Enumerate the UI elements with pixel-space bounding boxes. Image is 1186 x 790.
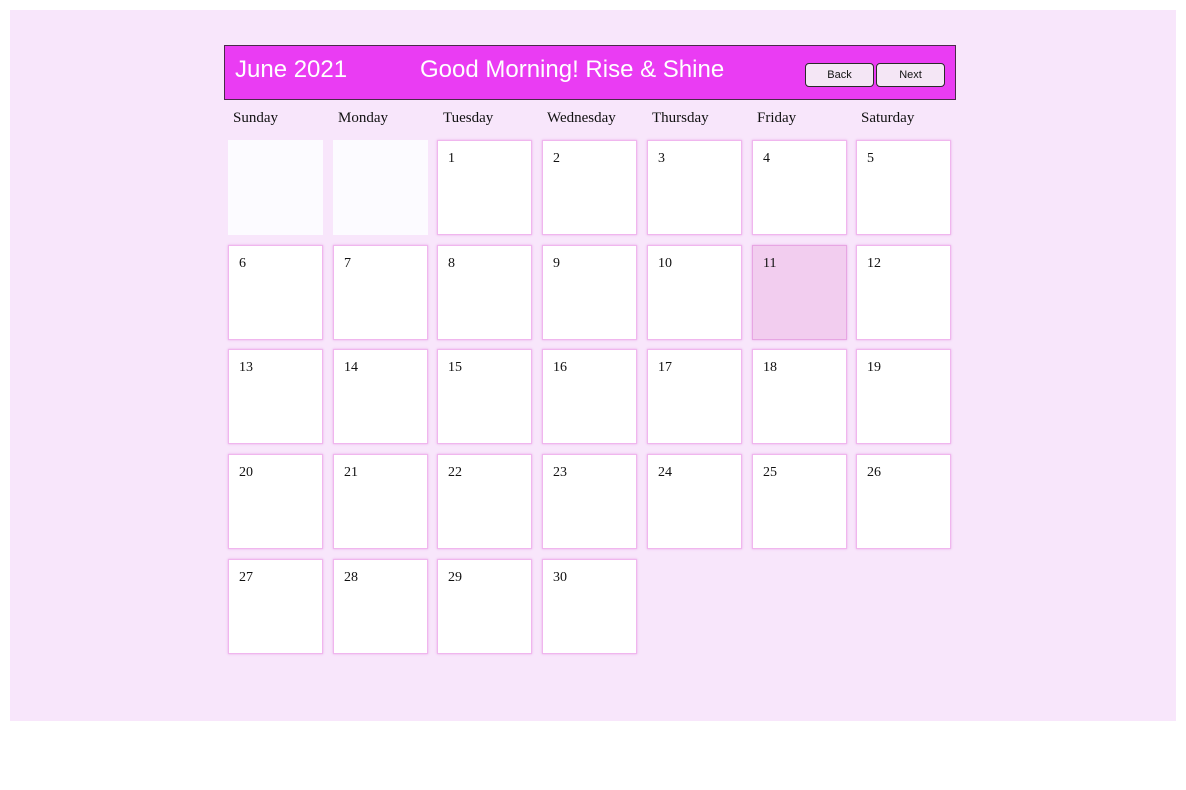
weekday-header-row: Sunday Monday Tuesday Wednesday Thursday… — [228, 110, 958, 130]
day-number: 24 — [658, 465, 672, 480]
day-number: 5 — [867, 151, 874, 166]
day-cell-today[interactable]: 11 — [752, 245, 847, 340]
day-number: 11 — [763, 256, 777, 271]
day-number: 17 — [658, 360, 672, 375]
day-number: 12 — [867, 256, 881, 271]
day-number: 28 — [344, 570, 358, 585]
day-cell[interactable]: 25 — [752, 454, 847, 549]
day-cell[interactable]: 23 — [542, 454, 637, 549]
day-cell[interactable]: 16 — [542, 349, 637, 444]
day-number: 15 — [448, 360, 462, 375]
day-number: 3 — [658, 151, 665, 166]
day-number: 7 — [344, 256, 351, 271]
day-cell[interactable]: 7 — [333, 245, 428, 340]
day-number: 2 — [553, 151, 560, 166]
weekday-friday: Friday — [757, 110, 797, 126]
weekday-saturday: Saturday — [861, 110, 915, 126]
day-number: 13 — [239, 360, 253, 375]
empty-day-cell — [228, 140, 323, 235]
day-cell[interactable]: 14 — [333, 349, 428, 444]
day-cell[interactable]: 30 — [542, 559, 637, 654]
calendar-header: June 2021 Good Morning! Rise & Shine Bac… — [224, 45, 956, 100]
month-title: June 2021 — [235, 56, 348, 83]
day-number: 30 — [553, 570, 567, 585]
day-cell[interactable]: 18 — [752, 349, 847, 444]
weekday-tuesday: Tuesday — [443, 110, 494, 126]
day-number: 29 — [448, 570, 462, 585]
weekday-wednesday: Wednesday — [547, 110, 616, 126]
day-cell[interactable]: 22 — [437, 454, 532, 549]
day-cell[interactable]: 19 — [856, 349, 951, 444]
day-cell[interactable]: 24 — [647, 454, 742, 549]
day-cell[interactable]: 9 — [542, 245, 637, 340]
day-number: 23 — [553, 465, 567, 480]
day-cell[interactable]: 21 — [333, 454, 428, 549]
back-button[interactable]: Back — [805, 63, 874, 87]
day-cell[interactable]: 5 — [856, 140, 951, 235]
day-cell[interactable]: 8 — [437, 245, 532, 340]
day-cell[interactable]: 12 — [856, 245, 951, 340]
day-number: 22 — [448, 465, 462, 480]
day-number: 1 — [448, 151, 455, 166]
calendar-app: June 2021 Good Morning! Rise & Shine Bac… — [10, 10, 1176, 721]
day-number: 16 — [553, 360, 567, 375]
weekday-thursday: Thursday — [652, 110, 709, 126]
day-number: 20 — [239, 465, 253, 480]
weekday-monday: Monday — [338, 110, 388, 126]
day-number: 4 — [763, 151, 770, 166]
day-number: 10 — [658, 256, 672, 271]
day-number: 25 — [763, 465, 777, 480]
day-cell[interactable]: 15 — [437, 349, 532, 444]
day-cell[interactable]: 4 — [752, 140, 847, 235]
day-grid: 1 2 3 4 5 6 7 8 9 10 11 12 13 14 15 16 17 18 19 20 21 22 23 24 2… — [228, 140, 963, 660]
empty-day-cell — [333, 140, 428, 235]
day-cell[interactable]: 17 — [647, 349, 742, 444]
day-cell[interactable]: 6 — [228, 245, 323, 340]
day-number: 18 — [763, 360, 777, 375]
day-cell[interactable]: 13 — [228, 349, 323, 444]
day-cell[interactable]: 2 — [542, 140, 637, 235]
day-cell[interactable]: 10 — [647, 245, 742, 340]
day-number: 8 — [448, 256, 455, 271]
day-number: 19 — [867, 360, 881, 375]
day-cell[interactable]: 27 — [228, 559, 323, 654]
day-cell[interactable]: 1 — [437, 140, 532, 235]
day-cell[interactable]: 20 — [228, 454, 323, 549]
day-cell[interactable]: 3 — [647, 140, 742, 235]
day-cell[interactable]: 29 — [437, 559, 532, 654]
day-number: 21 — [344, 465, 358, 480]
day-number: 9 — [553, 256, 560, 271]
greeting-text: Good Morning! Rise & Shine — [420, 56, 725, 83]
day-number: 26 — [867, 465, 881, 480]
next-button[interactable]: Next — [876, 63, 945, 87]
day-number: 6 — [239, 256, 246, 271]
day-cell[interactable]: 26 — [856, 454, 951, 549]
day-number: 27 — [239, 570, 253, 585]
day-cell[interactable]: 28 — [333, 559, 428, 654]
weekday-sunday: Sunday — [233, 110, 278, 126]
day-number: 14 — [344, 360, 358, 375]
